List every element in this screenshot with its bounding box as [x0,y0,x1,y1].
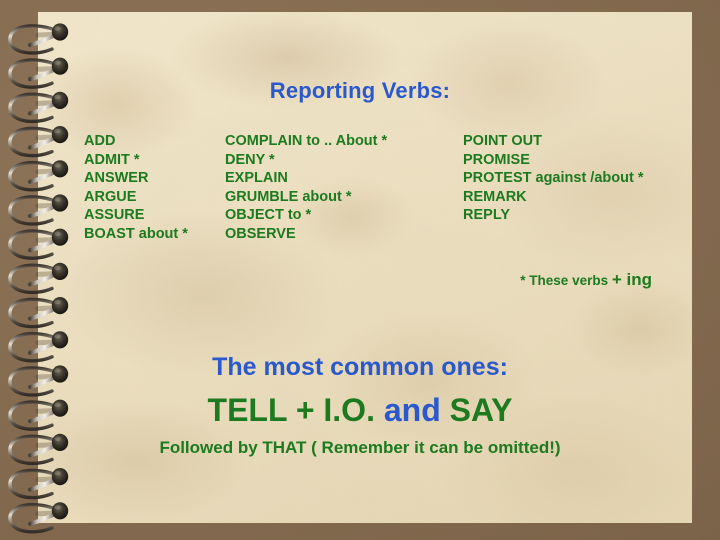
page-title: Reporting Verbs: [269,78,451,103]
verb-column-1: ADD ADMIT * ANSWER ARGUE ASSURE BOAST about * [84,132,188,244]
verb-item: ASSURE [84,207,145,224]
verb-item: EXPLAIN [225,170,288,187]
tell-say-and: and [383,392,441,428]
footnote-prefix: * These verbs [520,273,612,288]
verb-item: REPLY [463,207,511,224]
verb-item: DENY * [225,151,275,168]
footnote-emphasis: + ing [611,270,652,289]
verb-item: REMARK [463,188,527,205]
followed-by-that-note: Followed by THAT ( Remember it can be om… [159,438,561,457]
slide-canvas: Reporting Verbs: ADD ADMIT * ANSWER ARGUE AS… [0,0,720,540]
verb-item: ARGUE [84,188,137,205]
verb-item: OBSERVE [225,225,296,242]
verb-item: ANSWER [84,170,149,187]
verb-item: BOAST about * [84,225,188,242]
verb-item: GRUMBLE about * [225,188,352,205]
verb-item: COMPLAIN to .. About * [225,133,388,149]
slide-content: Reporting Verbs: ADD ADMIT * ANSWER ARGUE AS… [0,0,720,540]
verb-item: POINT OUT [463,133,542,149]
verb-item: ADD [84,133,116,149]
common-ones-heading: The most common ones: [212,353,508,381]
verb-item: OBJECT to * [225,207,312,224]
footnote-ing-verbs: * These verbs + ing [520,270,652,290]
verb-item: PROTEST against /about * [463,170,644,187]
verb-column-2: COMPLAIN to .. About * DENY * EXPLAIN GRUMB… [225,132,387,244]
tell-say-part-3: SAY [440,392,513,428]
verb-item: PROMISE [463,151,530,168]
tell-say-part-1: TELL + I.O. [207,392,384,428]
verb-item: ADMIT * [84,151,140,168]
tell-say-line: TELL + I.O. and SAY [0,392,720,429]
verb-column-3: POINT OUT PROMISE PROTEST against /about *… [463,132,643,225]
